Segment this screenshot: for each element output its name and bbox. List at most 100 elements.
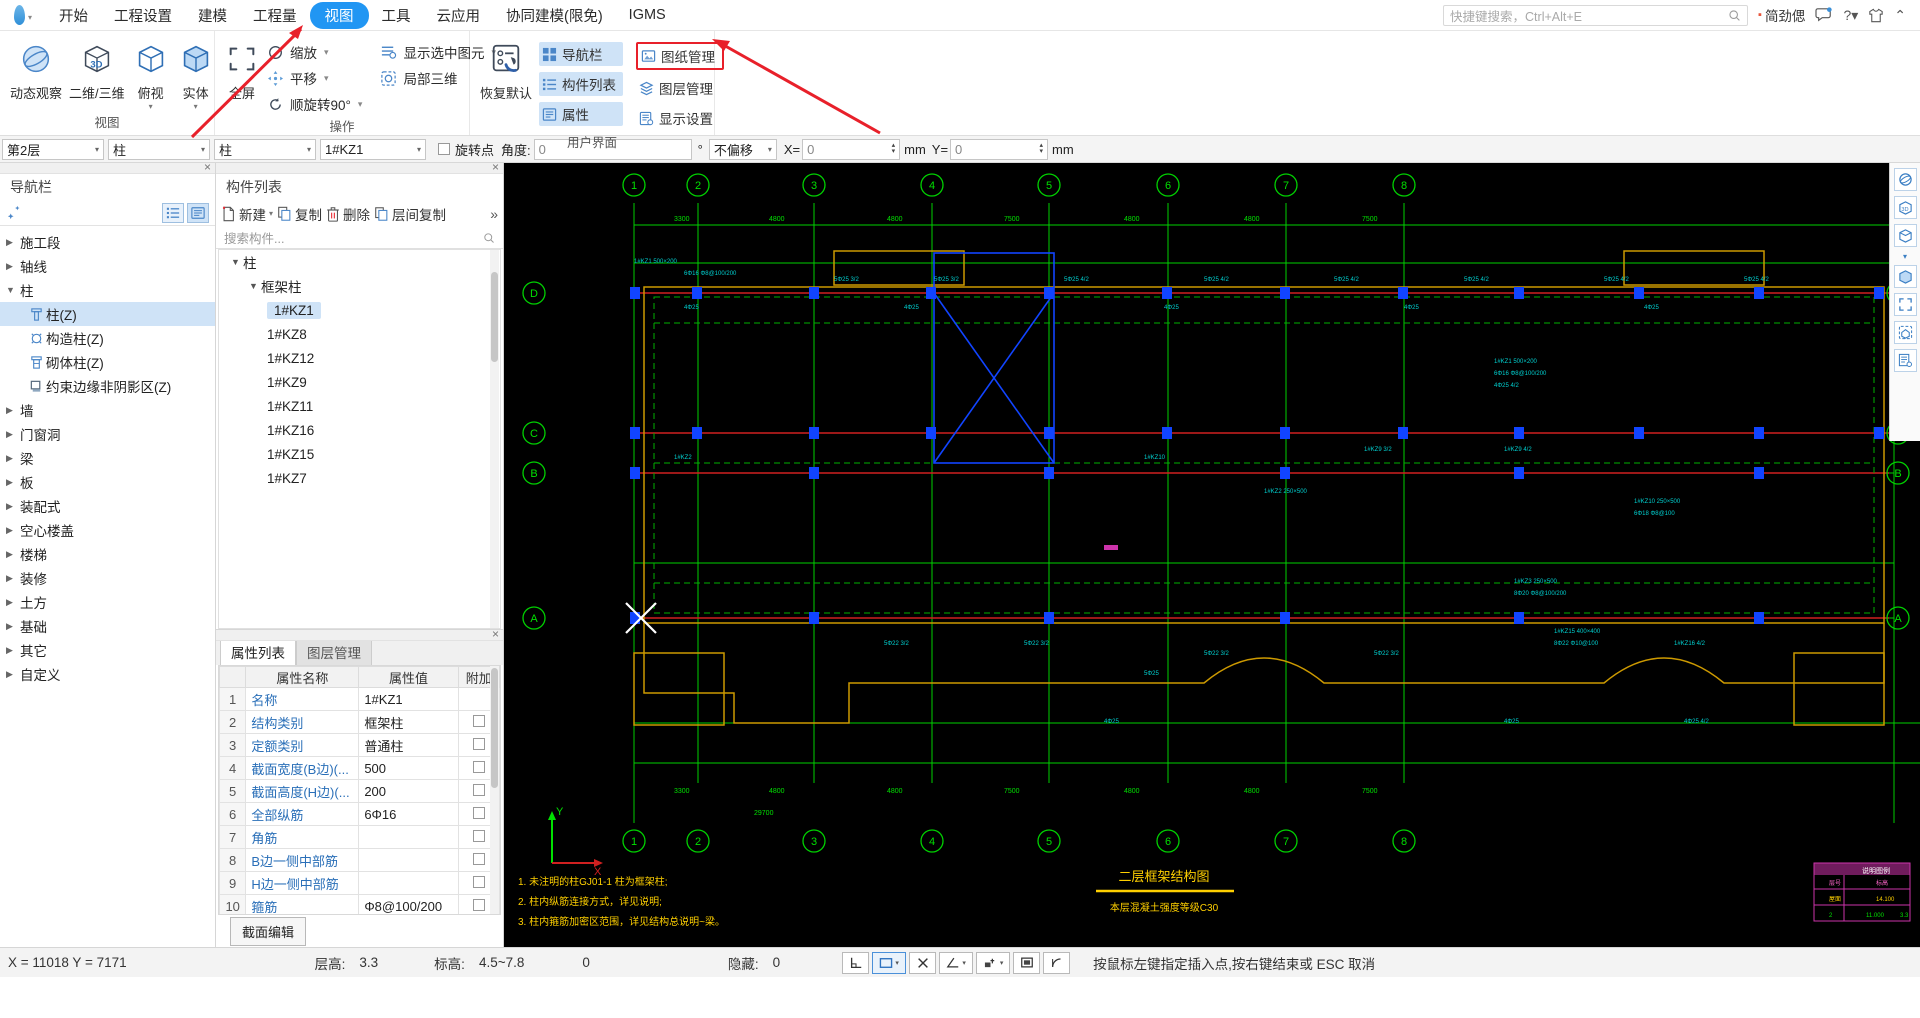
- ribbon-button-pan[interactable]: 平移 ▾: [266, 68, 362, 88]
- chevron-right-icon[interactable]: ▶: [6, 429, 20, 440]
- component-item-1[interactable]: ▼ 框架柱: [219, 274, 500, 298]
- chevron-right-icon[interactable]: ▶: [6, 501, 20, 512]
- component-item-9[interactable]: 1#KZ7: [219, 466, 500, 490]
- property-row[interactable]: 3 定额类别 普通柱: [219, 733, 500, 757]
- property-row[interactable]: 1 名称 1#KZ1: [219, 687, 500, 711]
- y-input[interactable]: 0 ▴ ▾: [950, 138, 1049, 160]
- close-icon[interactable]: ×: [492, 160, 499, 174]
- property-tab-1[interactable]: 图层管理: [296, 638, 372, 665]
- chevron-right-icon[interactable]: ▶: [6, 645, 20, 656]
- chevron-down-icon[interactable]: ▾: [195, 145, 205, 154]
- nav-item-0[interactable]: ▶ 施工段: [0, 230, 215, 254]
- property-value[interactable]: [358, 871, 459, 895]
- nav-item-13[interactable]: ▶ 楼梯: [0, 542, 215, 566]
- component-item-4[interactable]: 1#KZ12: [219, 346, 500, 370]
- scrollbar-thumb[interactable]: [491, 668, 498, 788]
- property-value[interactable]: 200: [358, 779, 459, 803]
- ribbon-button-orbit[interactable]: 动态观察: [10, 37, 62, 102]
- menu-item-2[interactable]: 建模: [185, 1, 240, 30]
- nav-item-6[interactable]: 约束边缘非阴影区(Z): [0, 374, 215, 398]
- property-value[interactable]: 普通柱: [358, 733, 459, 757]
- attach-checkbox[interactable]: [472, 806, 485, 819]
- component-select[interactable]: 1#KZ1 ▾: [320, 138, 426, 160]
- chevron-down-icon[interactable]: ▾: [28, 13, 32, 22]
- ribbon-button-rotate90[interactable]: 顺旋转90° ▾: [266, 94, 362, 114]
- chat-icon[interactable]: [1815, 7, 1833, 23]
- nav-item-15[interactable]: ▶ 土方: [0, 590, 215, 614]
- chevron-right-icon[interactable]: ▶: [6, 477, 20, 488]
- nav-item-10[interactable]: ▶ 板: [0, 470, 215, 494]
- ribbon-button-restore-default[interactable]: 恢复默认: [480, 37, 532, 102]
- chevron-down-icon[interactable]: ▾: [149, 103, 153, 111]
- point-snap-icon[interactable]: ▾: [976, 951, 1011, 974]
- chevron-down-icon[interactable]: ▾: [324, 73, 329, 84]
- chevron-down-icon[interactable]: ▾: [194, 103, 198, 111]
- rect-select-icon[interactable]: ▾: [872, 951, 907, 974]
- menu-item-7[interactable]: 协同建模(限免): [493, 1, 616, 30]
- nav-item-8[interactable]: ▶ 门窗洞: [0, 422, 215, 446]
- nav-item-7[interactable]: ▶ 墙: [0, 398, 215, 422]
- local-3d-tool-icon[interactable]: [1893, 321, 1917, 344]
- toolbar-overflow-button[interactable]: »: [490, 206, 498, 222]
- property-value[interactable]: [358, 825, 459, 849]
- ribbon-button-fullscreen[interactable]: 全屏: [225, 37, 259, 102]
- nav-item-16[interactable]: ▶ 基础: [0, 614, 215, 638]
- offset-select[interactable]: 不偏移 ▾: [708, 138, 777, 160]
- property-row[interactable]: 9 H边一侧中部筋: [219, 871, 500, 895]
- chevron-right-icon[interactable]: ▶: [6, 669, 20, 680]
- category-select[interactable]: 柱 ▾: [108, 138, 210, 160]
- chevron-down-icon[interactable]: ▼: [231, 257, 243, 267]
- menu-item-1[interactable]: 工程设置: [101, 1, 185, 30]
- chevron-down-icon[interactable]: ▾: [1894, 252, 1917, 261]
- property-value[interactable]: Φ8@100/200: [358, 894, 459, 914]
- ribbon-toggle-navbar[interactable]: 导航栏: [539, 42, 624, 66]
- section-edit-button[interactable]: 截面编辑: [230, 916, 307, 946]
- property-row[interactable]: 4 截面宽度(B边)(... 500: [219, 756, 500, 780]
- chevron-right-icon[interactable]: ▶: [6, 621, 20, 632]
- attach-checkbox[interactable]: [472, 875, 485, 888]
- chevron-right-icon[interactable]: ▶: [6, 453, 20, 464]
- ribbon-toggle-drawing-manage[interactable]: 图纸管理: [636, 42, 725, 70]
- property-value[interactable]: 500: [358, 756, 459, 780]
- add-sparkle-icon[interactable]: [6, 204, 23, 221]
- ribbon-toggle-display-settings[interactable]: 显示设置: [636, 106, 724, 130]
- capture-icon[interactable]: [1013, 951, 1041, 974]
- ortho-icon[interactable]: [842, 951, 870, 974]
- nav-item-12[interactable]: ▶ 空心楼盖: [0, 518, 215, 542]
- chevron-right-icon[interactable]: ▶: [6, 525, 20, 536]
- component-item-0[interactable]: ▼ 柱: [219, 250, 500, 274]
- property-value[interactable]: 1#KZ1: [358, 687, 459, 711]
- property-row[interactable]: 7 角筋: [219, 825, 500, 849]
- floor-copy-button[interactable]: 层间复制: [374, 204, 446, 224]
- chevron-down-icon[interactable]: ▾: [762, 145, 772, 154]
- attach-checkbox[interactable]: [472, 852, 485, 865]
- close-icon[interactable]: ×: [204, 160, 211, 174]
- attach-checkbox[interactable]: [472, 760, 485, 773]
- component-item-3[interactable]: 1#KZ8: [219, 322, 500, 346]
- chevron-down-icon[interactable]: ▾: [269, 209, 273, 218]
- subcategory-select[interactable]: 柱 ▾: [214, 138, 316, 160]
- top-view-tool-icon[interactable]: [1893, 224, 1917, 247]
- chevron-down-icon[interactable]: ▼: [249, 281, 261, 291]
- fullscreen-tool-icon[interactable]: [1893, 293, 1917, 316]
- rotate-point-checkbox[interactable]: [438, 143, 450, 155]
- nav-item-5[interactable]: 砌体柱(Z): [0, 350, 215, 374]
- nav-item-11[interactable]: ▶ 装配式: [0, 494, 215, 518]
- menu-item-6[interactable]: 云应用: [424, 1, 494, 30]
- chevron-right-icon[interactable]: ▶: [6, 237, 20, 248]
- nav-item-14[interactable]: ▶ 装修: [0, 566, 215, 590]
- component-item-6[interactable]: 1#KZ11: [219, 394, 500, 418]
- nav-item-2[interactable]: ▼ 柱: [0, 278, 215, 302]
- nav-item-9[interactable]: ▶ 梁: [0, 446, 215, 470]
- ribbon-toggle-property[interactable]: 属性: [539, 102, 624, 126]
- list-view-icon[interactable]: [162, 202, 184, 223]
- shirt-icon[interactable]: [1868, 8, 1884, 23]
- property-scrollbar[interactable]: [490, 666, 499, 914]
- solid-tool-icon[interactable]: [1893, 265, 1917, 288]
- x-spinner[interactable]: ▴ ▾: [889, 142, 896, 155]
- menu-item-0[interactable]: 开始: [46, 1, 101, 30]
- component-item-5[interactable]: 1#KZ9: [219, 370, 500, 394]
- component-search-input[interactable]: 搜索构件...: [216, 227, 503, 249]
- y-spinner[interactable]: ▴ ▾: [1037, 142, 1044, 155]
- property-row[interactable]: 6 全部纵筋 6Φ16: [219, 802, 500, 826]
